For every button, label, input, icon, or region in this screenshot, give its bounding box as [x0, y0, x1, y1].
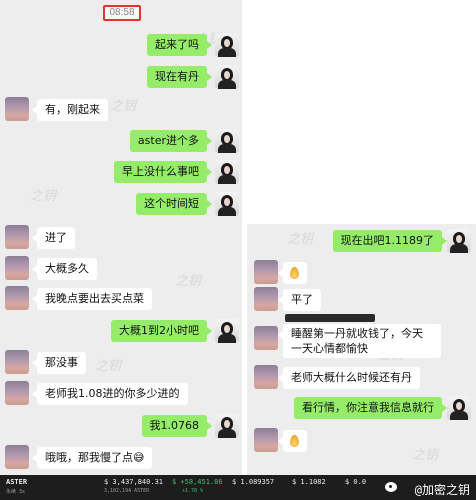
market-ticker-strip: ASTER 永续 3x $ 3,437,840.31 3,102,194 AST…: [0, 475, 476, 500]
watermark: 之钥: [412, 447, 439, 462]
redacted-message: [285, 314, 375, 322]
ok-hand-emoji: 👌: [290, 267, 299, 279]
received-message-bubble[interactable]: 进了: [32, 227, 75, 249]
sent-message-bubble[interactable]: 看行情，你注意我信息就行: [294, 397, 447, 419]
ticker-value-sub: 3,102,194 ASTER: [104, 488, 150, 494]
sent-message-bubble[interactable]: 这个时间短: [136, 193, 212, 215]
sent-message-bubble[interactable]: 我1.0768: [141, 415, 212, 437]
message-timestamp: 08:58: [103, 5, 141, 21]
sender-avatar[interactable]: [215, 129, 239, 153]
received-message-bubble[interactable]: 平了: [278, 289, 321, 311]
ticker-symbol: ASTER: [6, 478, 28, 486]
received-message-bubble[interactable]: 👌: [278, 430, 307, 452]
ticker-value: $ 3,437,840.31: [104, 478, 164, 486]
right-chat-panel: 之钥 之钥 之钥 现在出吧1.1189了 👌 平了 睡醒第一丹就收钱了，今天一天…: [247, 224, 476, 475]
weibo-icon: [385, 482, 397, 492]
sent-message-bubble[interactable]: 早上没什么事吧: [114, 161, 212, 183]
received-message-bubble[interactable]: 那没事: [32, 352, 86, 374]
received-message-bubble[interactable]: 大概多久: [32, 258, 97, 280]
sender-avatar[interactable]: [215, 414, 239, 438]
contact-avatar[interactable]: [254, 365, 278, 389]
contact-avatar[interactable]: [5, 256, 29, 280]
ticker-change-pct: +1.78 %: [182, 488, 204, 494]
sent-message-bubble[interactable]: aster进个多: [129, 130, 213, 152]
sender-avatar[interactable]: [215, 192, 239, 216]
contact-avatar[interactable]: [5, 445, 29, 469]
contact-avatar[interactable]: [5, 350, 29, 374]
received-message-bubble[interactable]: 哦哦，那我慢了点😅: [31, 447, 153, 469]
contact-avatar[interactable]: [254, 287, 278, 311]
sent-message-bubble[interactable]: 起来了吗: [147, 34, 212, 56]
contact-avatar[interactable]: [5, 286, 29, 310]
ticker-price: $ 1.089357: [232, 478, 275, 486]
ticker-price: $ 0.0: [345, 478, 367, 486]
ticker-price: $ 1.1082: [292, 478, 326, 486]
sender-avatar[interactable]: [215, 65, 239, 89]
watermark: 之钥: [287, 231, 314, 246]
sent-message-bubble[interactable]: 现在有丹: [147, 66, 212, 88]
ticker-symbol-sub: 永续 3x: [6, 489, 26, 495]
watermark: 之钥: [95, 358, 122, 373]
ticker-change: $ +58,451.86: [172, 478, 223, 486]
contact-avatar[interactable]: [254, 326, 278, 350]
received-message-bubble[interactable]: 有，刚起来: [32, 99, 108, 121]
contact-avatar[interactable]: [254, 260, 278, 284]
received-message-bubble[interactable]: 睡醒第一丹就收钱了，今天一天心情都愉快: [278, 324, 441, 358]
received-message-bubble[interactable]: 👌: [278, 262, 307, 284]
ok-hand-emoji: 👌: [290, 435, 299, 447]
watermark: 之钥: [175, 273, 202, 288]
sender-avatar[interactable]: [215, 33, 239, 57]
sender-avatar[interactable]: [447, 229, 471, 253]
contact-avatar[interactable]: [5, 381, 29, 405]
contact-avatar[interactable]: [5, 97, 29, 121]
sender-avatar[interactable]: [215, 319, 239, 343]
left-chat-panel: 08:58 之钥 之钥 之钥 之钥 之钥 起来了吗 现在有丹 有，刚起来 ast…: [0, 0, 242, 475]
watermark: 之钥: [30, 188, 57, 203]
author-credit: @加密之钥: [414, 483, 470, 497]
received-message-bubble[interactable]: 我晚点要出去买点菜: [32, 288, 152, 310]
received-message-bubble[interactable]: 老师大概什么时候还有丹: [278, 367, 420, 389]
sent-message-bubble[interactable]: 现在出吧1.1189了: [332, 230, 447, 252]
sender-avatar[interactable]: [215, 160, 239, 184]
watermark: 之钥: [110, 98, 137, 113]
contact-avatar[interactable]: [254, 428, 278, 452]
received-message-bubble[interactable]: 老师我1.08进的你多少进的: [32, 383, 188, 405]
contact-avatar[interactable]: [5, 225, 29, 249]
sent-message-bubble[interactable]: 大概1到2小时吧: [111, 320, 212, 342]
sender-avatar[interactable]: [447, 396, 471, 420]
